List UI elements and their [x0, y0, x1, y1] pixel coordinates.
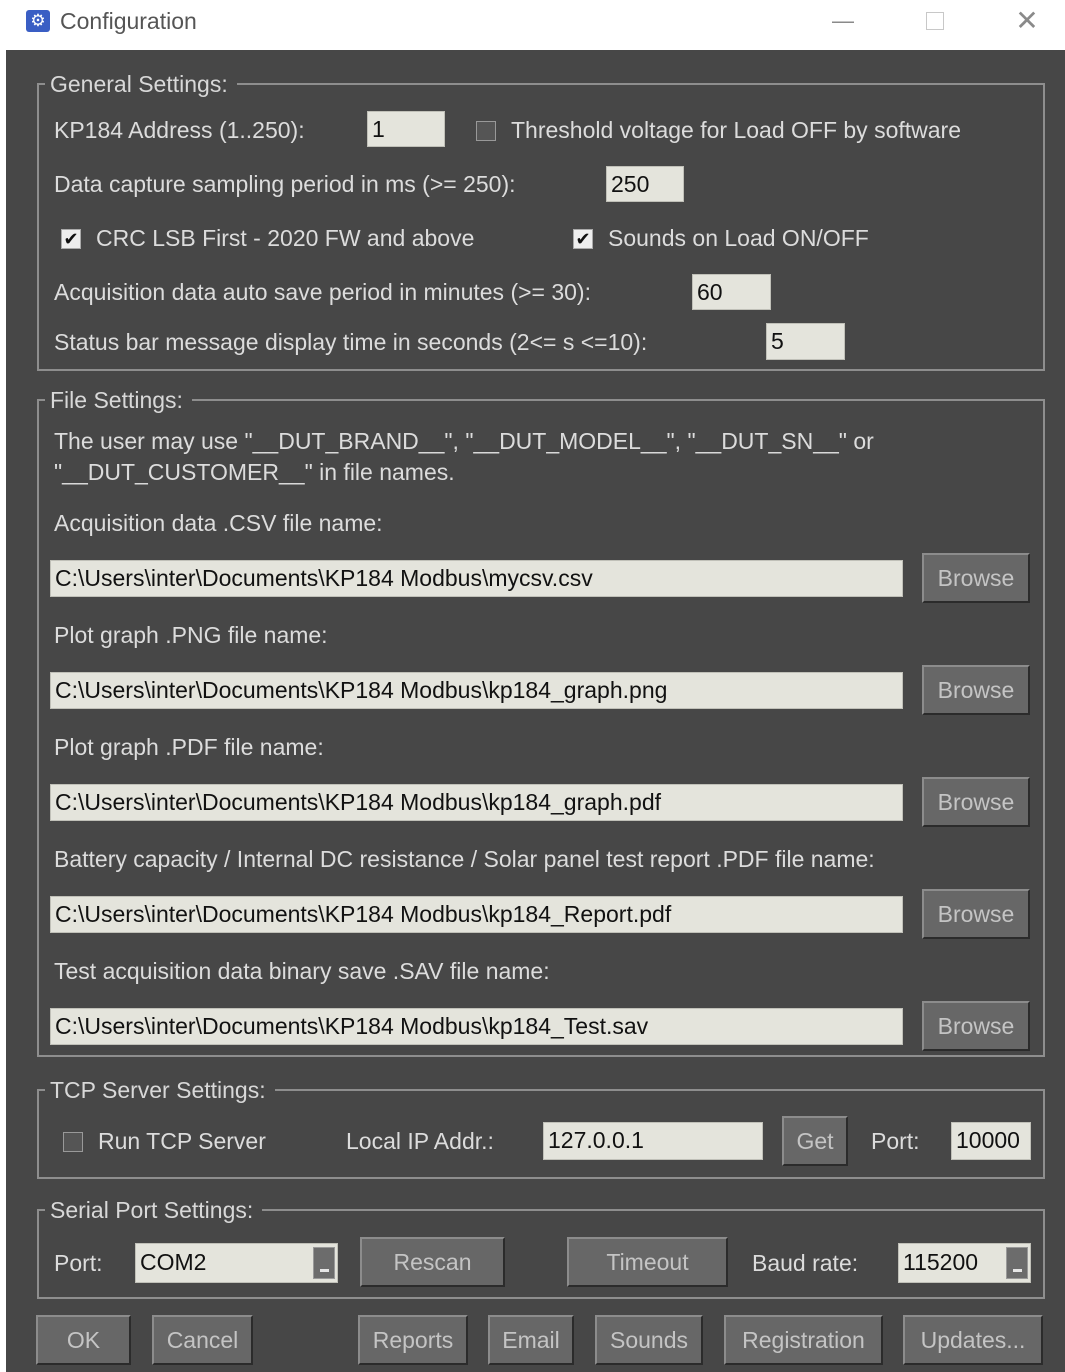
serial-port-label: Port: [54, 1250, 103, 1276]
updates-button[interactable]: Updates... [903, 1315, 1043, 1365]
gear-icon: ⚙ [26, 10, 50, 32]
threshold-checkbox[interactable] [476, 121, 496, 141]
serial-port-select[interactable]: COM2 [135, 1243, 338, 1283]
autosave-period-label: Acquisition data auto save period in min… [54, 279, 591, 305]
png-file-input[interactable]: C:\Users\inter\Documents\KP184 Modbus\kp… [50, 672, 903, 709]
maximize-icon [926, 12, 944, 30]
registration-button[interactable]: Registration [724, 1315, 883, 1365]
csv-browse-button[interactable]: Browse [922, 553, 1030, 603]
ok-button[interactable]: OK [36, 1315, 131, 1365]
report-file-label: Battery capacity / Internal DC resistanc… [54, 846, 875, 872]
maximize-button[interactable] [912, 6, 958, 36]
autosave-period-input[interactable]: 60 [692, 274, 771, 310]
get-ip-button[interactable]: Get [782, 1116, 848, 1166]
reports-button[interactable]: Reports [358, 1315, 468, 1365]
file-names-note-line1: The user may use "__DUT_BRAND__", "__DUT… [54, 428, 874, 454]
report-file-input[interactable]: C:\Users\inter\Documents\KP184 Modbus\kp… [50, 896, 903, 933]
timeout-button[interactable]: Timeout [567, 1237, 728, 1287]
file-names-note-line2: "__DUT_CUSTOMER__" in file names. [54, 459, 455, 485]
dropdown-arrow-icon[interactable] [313, 1247, 335, 1279]
run-tcp-server-label: Run TCP Server [98, 1128, 266, 1154]
sav-file-label: Test acquisition data binary save .SAV f… [54, 958, 550, 984]
sounds-on-load-checkbox[interactable]: ✔ [573, 229, 593, 249]
title-bar: ⚙ Configuration — ✕ [0, 0, 1065, 46]
png-file-label: Plot graph .PNG file name: [54, 622, 328, 648]
csv-file-input[interactable]: C:\Users\inter\Documents\KP184 Modbus\my… [50, 560, 903, 597]
report-browse-button[interactable]: Browse [922, 889, 1030, 939]
baud-rate-select[interactable]: 115200 [898, 1243, 1031, 1283]
local-ip-input[interactable]: 127.0.0.1 [543, 1122, 763, 1160]
dialog-body: General Settings: KP184 Address (1..250)… [6, 50, 1065, 1372]
general-settings-title: General Settings: [45, 71, 237, 97]
pdf-file-label: Plot graph .PDF file name: [54, 734, 324, 760]
close-button[interactable]: ✕ [1004, 6, 1050, 36]
baud-rate-value: 115200 [903, 1249, 979, 1275]
sampling-period-input[interactable]: 250 [606, 166, 684, 202]
dropdown-arrow-icon[interactable] [1006, 1247, 1028, 1279]
sounds-on-load-label: Sounds on Load ON/OFF [608, 225, 869, 251]
tcp-server-title: TCP Server Settings: [45, 1077, 275, 1103]
crc-lsb-checkbox[interactable]: ✔ [61, 229, 81, 249]
status-display-time-label: Status bar message display time in secon… [54, 329, 648, 355]
sounds-button[interactable]: Sounds [595, 1315, 703, 1365]
file-names-note: The user may use "__DUT_BRAND__", "__DUT… [54, 426, 1004, 488]
status-display-time-input[interactable]: 5 [766, 323, 845, 360]
sampling-period-label: Data capture sampling period in ms (>= 2… [54, 171, 516, 197]
cancel-button[interactable]: Cancel [152, 1315, 253, 1365]
crc-lsb-label: CRC LSB First - 2020 FW and above [96, 225, 475, 251]
tcp-port-label: Port: [871, 1128, 920, 1154]
file-settings-title: File Settings: [45, 387, 192, 413]
csv-file-label: Acquisition data .CSV file name: [54, 510, 383, 536]
serial-port-value: COM2 [140, 1249, 207, 1275]
minimize-button[interactable]: — [820, 6, 866, 36]
kp184-address-input[interactable]: 1 [367, 111, 445, 147]
serial-port-title: Serial Port Settings: [45, 1197, 263, 1223]
rescan-button[interactable]: Rescan [360, 1237, 505, 1287]
tcp-port-input[interactable]: 10000 [951, 1122, 1031, 1160]
pdf-browse-button[interactable]: Browse [922, 777, 1030, 827]
window-title: Configuration [60, 8, 197, 34]
kp184-address-label: KP184 Address (1..250): [54, 117, 305, 143]
run-tcp-server-checkbox[interactable] [63, 1132, 83, 1152]
local-ip-label: Local IP Addr.: [346, 1128, 494, 1154]
threshold-label: Threshold voltage for Load OFF by softwa… [511, 117, 961, 143]
sav-browse-button[interactable]: Browse [922, 1001, 1030, 1051]
sav-file-input[interactable]: C:\Users\inter\Documents\KP184 Modbus\kp… [50, 1008, 903, 1045]
baud-rate-label: Baud rate: [752, 1250, 859, 1276]
email-button[interactable]: Email [488, 1315, 574, 1365]
pdf-file-input[interactable]: C:\Users\inter\Documents\KP184 Modbus\kp… [50, 784, 903, 821]
png-browse-button[interactable]: Browse [922, 665, 1030, 715]
